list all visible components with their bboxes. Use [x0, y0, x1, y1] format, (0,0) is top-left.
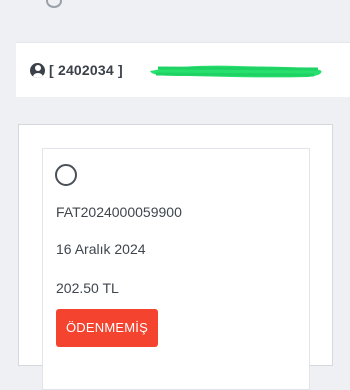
invoice-date: 16 Aralık 2024 [56, 241, 146, 257]
status-badge: ÖDENMEMİŞ [56, 309, 158, 347]
select-radio[interactable] [55, 164, 77, 186]
invoice-amount: 202.50 TL [56, 280, 119, 296]
redaction-scribble [150, 65, 322, 78]
invoice-number: FAT2024000059900 [56, 204, 182, 220]
partial-icon [46, 0, 62, 8]
invoice-card[interactable]: FAT2024000059900 16 Aralık 2024 202.50 T… [42, 148, 310, 390]
account-id: [ 2402034 ] [49, 62, 123, 78]
invoice-list-container: FAT2024000059900 16 Aralık 2024 202.50 T… [18, 124, 333, 390]
account-row: [ 2402034 ] [30, 59, 322, 81]
user-circle-icon [30, 62, 45, 78]
top-strip [0, 0, 350, 22]
account-card: [ 2402034 ] [16, 42, 350, 97]
